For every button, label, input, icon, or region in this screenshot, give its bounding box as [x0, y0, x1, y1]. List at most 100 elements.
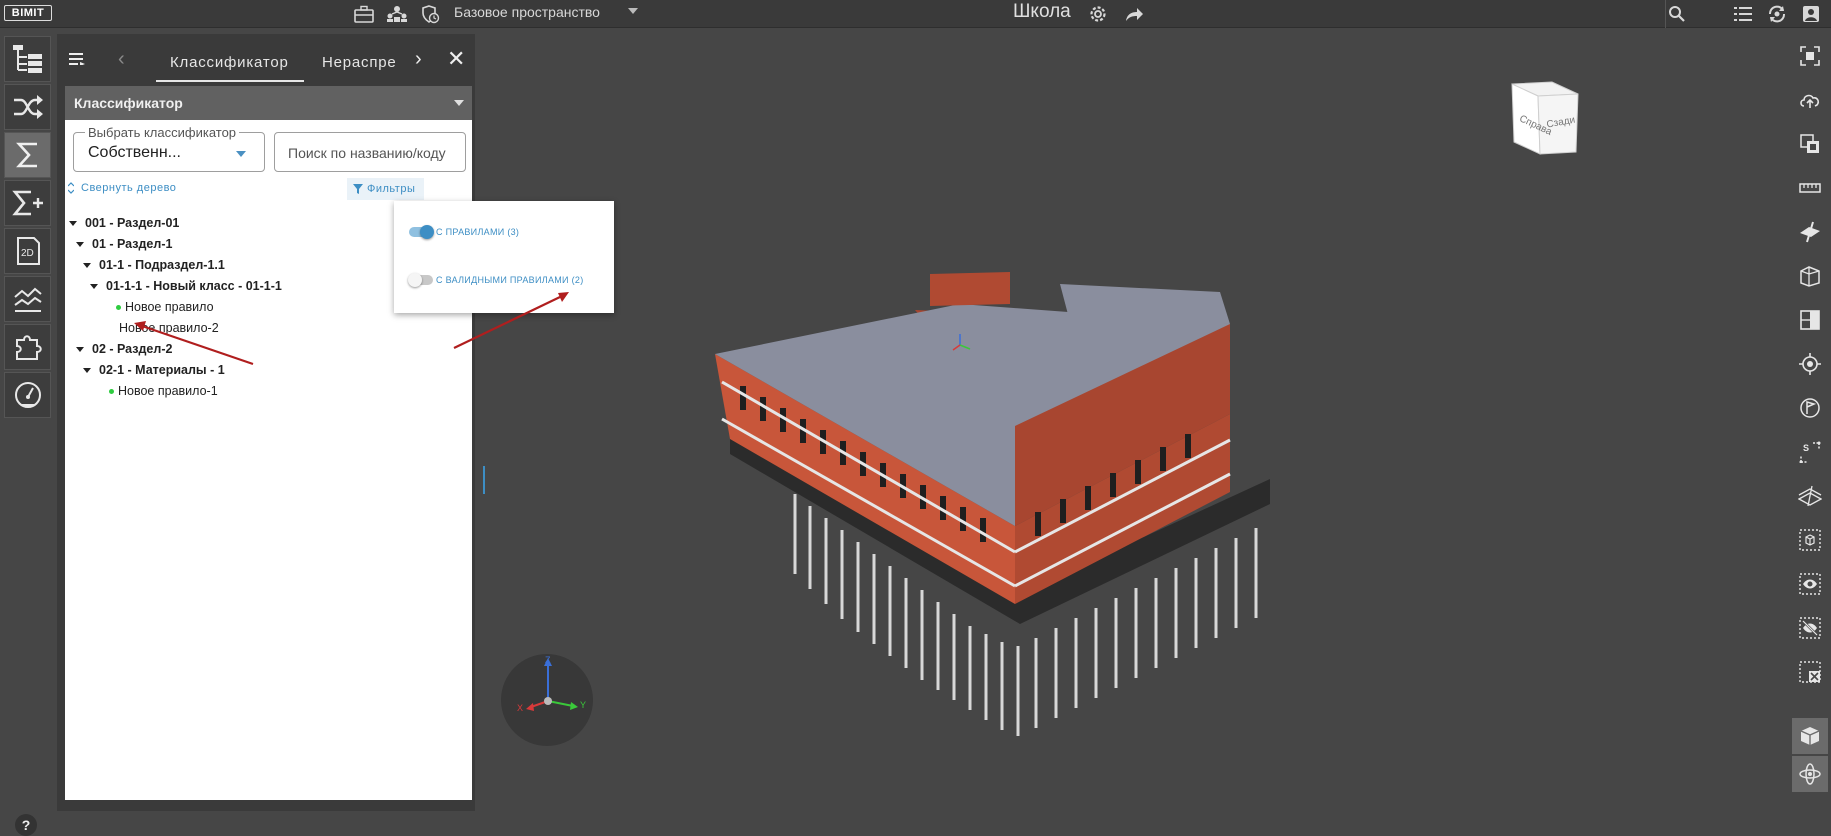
help-button[interactable]: ? — [15, 814, 37, 836]
section-box-icon[interactable] — [1792, 126, 1828, 162]
valid-rule-dot-icon — [109, 388, 114, 394]
cube-layers-icon[interactable] — [1792, 258, 1828, 294]
caret-down-icon[interactable] — [83, 367, 91, 373]
building-roof-section — [1060, 284, 1230, 324]
valid-rule-dot-icon — [116, 304, 121, 310]
tree-node[interactable]: 02-1 - Материалы - 1 — [83, 360, 225, 380]
tree-node[interactable]: 01 - Раздел-1 — [76, 234, 172, 254]
filter-icon — [353, 184, 363, 194]
tree-rule-item[interactable]: Новое правило-1 — [109, 381, 218, 401]
sigma-plus-button[interactable] — [4, 180, 51, 226]
view-cube[interactable]: Справа Сзади — [1511, 81, 1579, 155]
svg-text:2D: 2D — [21, 248, 34, 259]
tab-unassigned[interactable]: Нераспре — [322, 54, 412, 71]
tree-rule-item[interactable]: Новое правило — [116, 297, 214, 317]
logo: BIMIT — [4, 5, 52, 21]
collapse-icon — [68, 182, 74, 194]
split-view-icon[interactable] — [1792, 302, 1828, 338]
tab-prev-icon[interactable]: ‹ — [118, 48, 125, 71]
toggle-switch[interactable] — [408, 273, 433, 287]
solid-cube-icon — [1800, 727, 1820, 745]
classifier-sigma-button[interactable] — [4, 132, 51, 178]
search-input[interactable]: Поиск по названию/коду — [274, 132, 466, 172]
shuffle-button[interactable] — [4, 84, 51, 130]
left-toolbar: 2D ? — [0, 34, 53, 836]
list-icon[interactable] — [1731, 2, 1755, 26]
menu-icon[interactable] — [69, 52, 85, 70]
plugins-button[interactable] — [4, 324, 51, 370]
caret-down-icon[interactable] — [76, 346, 84, 352]
classifier-panel: ‹ Классификатор Нераспре › ✕ Классификат… — [57, 34, 475, 811]
solid-view-button[interactable] — [1792, 718, 1828, 754]
caret-down-icon[interactable] — [90, 283, 98, 289]
panel-tabs: ‹ Классификатор Нераспре › ✕ — [57, 34, 475, 84]
space-select[interactable]: Базовое пространство — [454, 4, 600, 20]
caret-down-icon[interactable] — [69, 220, 77, 226]
chevron-down-icon[interactable] — [628, 8, 638, 14]
panel-resize-handle[interactable] — [483, 466, 485, 494]
area-measure-icon[interactable]: S — [1792, 434, 1828, 470]
sync-status-icon[interactable] — [1765, 2, 1789, 26]
tree-node-label: 01-1 - Подраздел-1.1 — [99, 258, 225, 272]
tree-node-label: 01-1-1 - Новый класс - 01-1-1 — [106, 279, 282, 293]
tree-node-label: Новое правило — [125, 300, 214, 314]
2d-drawings-button[interactable]: 2D — [4, 228, 51, 274]
tree-node-label: 02 - Раздел-2 — [92, 342, 173, 356]
search-icon[interactable] — [1665, 2, 1689, 26]
caret-down-icon[interactable] — [83, 262, 91, 268]
tree-rule-item[interactable]: Новое правило-2 — [119, 318, 219, 338]
right-toolbar: S — [1792, 34, 1831, 811]
gear-icon[interactable] — [1086, 2, 1110, 26]
collapse-tree-button[interactable]: Свернуть дерево — [68, 182, 176, 194]
active-tab-indicator — [156, 80, 304, 82]
isolate-box-icon[interactable] — [1792, 522, 1828, 558]
account-icon[interactable] — [1799, 2, 1823, 26]
clipping-planes-icon[interactable] — [1792, 478, 1828, 514]
panel-header[interactable]: Классификатор — [65, 86, 472, 120]
tree-node-label: 02-1 - Материалы - 1 — [99, 363, 225, 377]
dashboard-button[interactable] — [4, 372, 51, 418]
tree-structure-button[interactable] — [4, 36, 51, 82]
hide-eye-icon[interactable] — [1792, 610, 1828, 646]
2d-document-icon: 2D — [16, 237, 40, 265]
tree-node[interactable]: 01-1-1 - Новый класс - 01-1-1 — [90, 276, 282, 296]
section-plane-icon[interactable] — [1792, 214, 1828, 250]
caret-down-icon[interactable] — [76, 241, 84, 247]
tree-node[interactable]: 01-1 - Подраздел-1.1 — [83, 255, 225, 275]
sigma-plus-icon — [11, 190, 43, 216]
tab-classifier[interactable]: Классификатор — [170, 54, 289, 71]
chart-lines-button[interactable] — [4, 276, 51, 322]
tree-node[interactable]: 02 - Раздел-2 — [76, 339, 172, 359]
tree-node-label: 01 - Раздел-1 — [92, 237, 173, 251]
3d-viewport[interactable]: Справа Сзади Z Y X — [490, 34, 1790, 811]
tree-node-label: 001 - Раздел-01 — [85, 216, 180, 230]
filters-button[interactable]: Фильтры — [347, 178, 424, 200]
users-network-icon[interactable] — [385, 2, 409, 26]
show-eye-icon[interactable] — [1792, 566, 1828, 602]
share-icon[interactable] — [1122, 2, 1146, 26]
flag-marker-icon[interactable] — [1792, 390, 1828, 426]
close-icon[interactable]: ✕ — [447, 46, 465, 72]
tab-next-icon[interactable]: › — [415, 48, 422, 71]
focus-frame-icon[interactable] — [1792, 38, 1828, 74]
chevron-down-icon[interactable] — [454, 100, 464, 106]
building-model[interactable]: Справа Сзади Z Y X — [490, 34, 1790, 811]
ruler-icon[interactable] — [1792, 170, 1828, 206]
cloud-upload-icon[interactable] — [1792, 82, 1828, 118]
tree-node[interactable]: 001 - Раздел-01 — [69, 213, 179, 233]
filters-label: Фильтры — [367, 183, 416, 195]
history-shield-icon[interactable] — [418, 2, 442, 26]
puzzle-icon — [15, 335, 42, 360]
target-icon[interactable] — [1792, 346, 1828, 382]
chart-lines-icon — [13, 287, 42, 312]
clear-selection-icon[interactable] — [1792, 654, 1828, 690]
briefcase-icon[interactable] — [352, 2, 376, 26]
classifier-select[interactable]: Выбрать классификатор Собственн... — [73, 125, 265, 172]
orbit-button[interactable] — [1792, 756, 1828, 792]
shuffle-icon — [13, 95, 43, 119]
classifier-select-label: Выбрать классификатор — [85, 125, 240, 140]
toggle-switch[interactable] — [409, 225, 434, 239]
tree-node-label: Новое правило-2 — [119, 321, 219, 335]
chevron-down-icon[interactable] — [236, 151, 246, 157]
axis-gizmo[interactable]: Z Y X — [501, 654, 593, 746]
